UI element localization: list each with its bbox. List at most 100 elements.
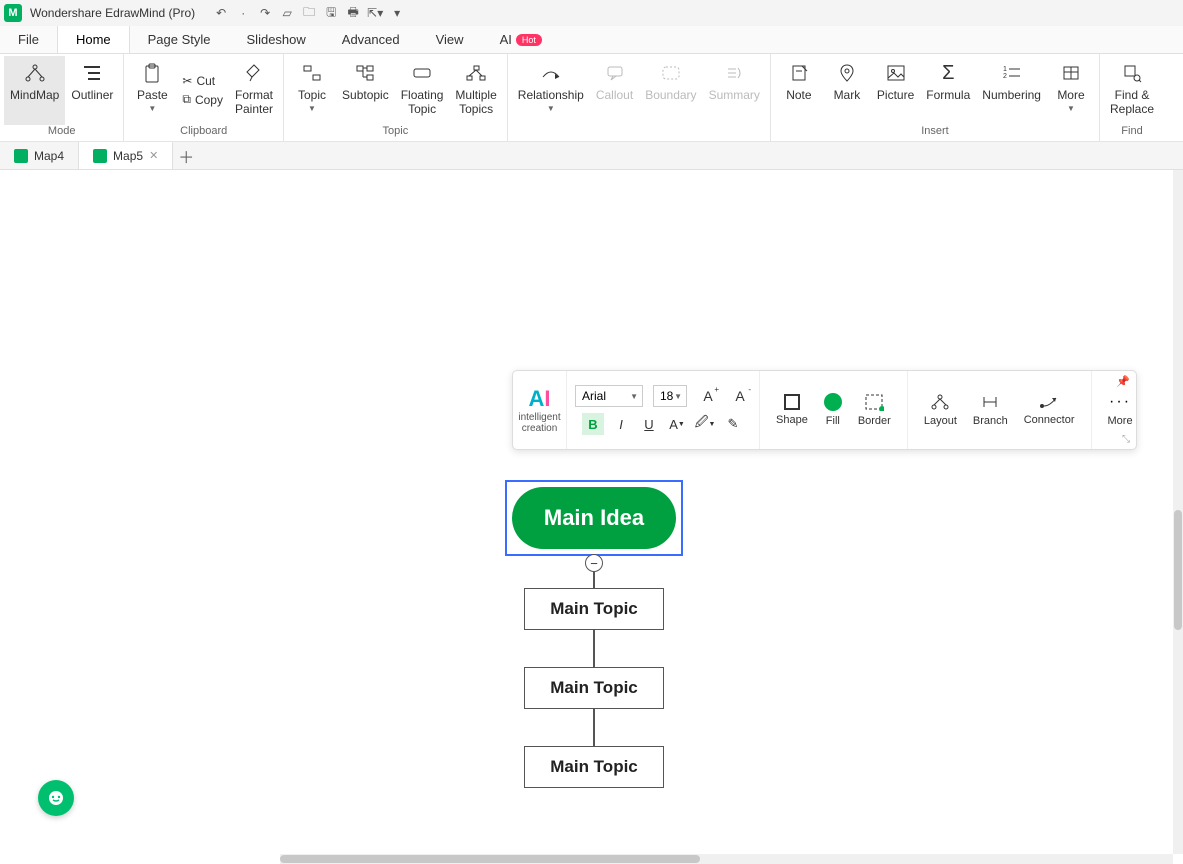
menu-bar: File Home Page Style Slideshow Advanced … — [0, 26, 1183, 54]
find-label: Find & Replace — [1110, 88, 1154, 116]
clipboard-group-label: Clipboard — [128, 125, 279, 141]
increase-font-button[interactable]: A+ — [697, 385, 719, 407]
callout-button: Callout — [590, 56, 639, 125]
topic-node-2[interactable]: Main Topic — [524, 667, 664, 709]
expand-icon[interactable]: ⤡ — [1122, 434, 1130, 445]
menu-advanced[interactable]: Advanced — [324, 26, 418, 53]
undo-icon[interactable]: ↶ — [213, 5, 229, 21]
doc-icon — [93, 149, 107, 163]
decrease-font-button[interactable]: A- — [729, 385, 751, 407]
cut-icon: ✂ — [182, 74, 192, 88]
qat-customize-icon[interactable]: ▾ — [389, 5, 405, 21]
add-tab-button[interactable]: ＋ — [173, 142, 199, 169]
italic-button[interactable]: I — [610, 413, 632, 435]
menu-file[interactable]: File — [0, 26, 57, 53]
open-icon[interactable]: 🗀 — [301, 5, 317, 21]
insert-group-label: Insert — [775, 125, 1095, 141]
border-button[interactable]: Border — [850, 393, 899, 427]
numbering-button[interactable]: 12 Numbering — [976, 56, 1047, 125]
tab-map5[interactable]: Map5 ✕ — [79, 142, 173, 169]
paste-dropdown-icon[interactable]: ▼ — [148, 104, 156, 113]
insert-more-button[interactable]: More ▼ — [1047, 56, 1095, 125]
menu-slideshow[interactable]: Slideshow — [229, 26, 324, 53]
topic-button[interactable]: Topic ▼ — [288, 56, 336, 125]
close-tab-icon[interactable]: ✕ — [149, 149, 158, 162]
mindmap-icon — [24, 60, 46, 86]
boundary-label: Boundary — [645, 88, 696, 102]
floating-topic-icon — [411, 60, 433, 86]
shape-button[interactable]: Shape — [768, 394, 816, 426]
topic-dropdown-icon[interactable]: ▼ — [308, 104, 316, 113]
toolbar-more-label: More — [1108, 415, 1133, 427]
formula-button[interactable]: Σ Formula — [920, 56, 976, 125]
underline-button[interactable]: U — [638, 413, 660, 435]
font-color-button[interactable]: A▼ — [666, 413, 688, 435]
export-icon[interactable]: ⇱▾ — [367, 5, 383, 21]
formula-icon: Σ — [942, 60, 954, 86]
mindmap-button[interactable]: MindMap — [4, 56, 65, 125]
tab-map4[interactable]: Map4 — [0, 142, 79, 169]
vertical-scrollbar[interactable] — [1173, 170, 1183, 854]
floating-topic-button[interactable]: Floating Topic — [395, 56, 450, 125]
topic-node-1[interactable]: Main Topic — [524, 588, 664, 630]
pin-icon[interactable]: 📌 — [1116, 375, 1130, 388]
menu-home[interactable]: Home — [57, 26, 130, 53]
svg-text:1: 1 — [1003, 66, 1007, 73]
ai-creation-button[interactable]: AI intelligent creation — [513, 371, 567, 449]
multiple-topics-button[interactable]: Multiple Topics — [449, 56, 502, 125]
mode-group-label: Mode — [4, 125, 119, 141]
font-family-select[interactable]: Arial▼ — [575, 385, 643, 407]
numbering-icon: 12 — [1002, 60, 1022, 86]
save-icon[interactable]: 🖫 — [323, 5, 339, 21]
ribbon-group-relationship: Relationship ▼ Callout Boundary Summary — [508, 54, 771, 141]
cut-button[interactable]: ✂Cut — [176, 72, 229, 90]
menu-view[interactable]: View — [418, 26, 482, 53]
new-doc-icon[interactable]: ▱ — [279, 5, 295, 21]
picture-label: Picture — [877, 88, 914, 102]
menu-page-style[interactable]: Page Style — [130, 26, 229, 53]
subtopic-button[interactable]: Subtopic — [336, 56, 395, 125]
format-painter-button[interactable]: Format Painter — [229, 56, 279, 125]
menu-ai[interactable]: AI Hot — [482, 26, 560, 53]
relationship-button[interactable]: Relationship ▼ — [512, 56, 590, 125]
toolbar-more-button[interactable]: ··· More — [1100, 393, 1141, 427]
topic-node-3[interactable]: Main Topic — [524, 746, 664, 788]
relationship-dropdown-icon[interactable]: ▼ — [547, 104, 555, 113]
connector-button[interactable]: Connector — [1016, 394, 1083, 426]
redo-icon[interactable]: ↷ — [257, 5, 273, 21]
assistant-button[interactable] — [38, 780, 74, 816]
clear-format-button[interactable]: ✎ — [722, 413, 744, 435]
copy-label: Copy — [195, 93, 223, 107]
ribbon-group-find: Find & Replace Find — [1100, 54, 1164, 141]
topic-group-label: Topic — [288, 125, 503, 141]
connector-line — [593, 630, 595, 667]
fill-button[interactable]: Fill — [816, 393, 850, 427]
outliner-button[interactable]: Outliner — [65, 56, 119, 125]
font-size-select[interactable]: 18▼ — [653, 385, 687, 407]
paste-button[interactable]: Paste ▼ — [128, 56, 176, 125]
picture-button[interactable]: Picture — [871, 56, 920, 125]
vertical-scroll-thumb[interactable] — [1174, 510, 1182, 630]
layout-button[interactable]: Layout — [916, 393, 965, 427]
shape-label: Shape — [776, 414, 808, 426]
branch-button[interactable]: Branch — [965, 393, 1016, 427]
font-family-value: Arial — [582, 389, 606, 403]
bold-button[interactable]: B — [582, 413, 604, 435]
horizontal-scroll-thumb[interactable] — [280, 855, 700, 863]
note-button[interactable]: Note — [775, 56, 823, 125]
insert-more-label: More — [1057, 88, 1084, 102]
insert-more-dropdown-icon[interactable]: ▼ — [1067, 104, 1075, 113]
more-icon: ··· — [1109, 393, 1131, 411]
copy-button[interactable]: ⧉Copy — [176, 90, 229, 109]
print-icon[interactable]: 🖶 — [345, 5, 361, 21]
note-icon — [790, 60, 808, 86]
highlight-button[interactable]: 🖉▼ — [694, 413, 716, 435]
paste-icon — [142, 60, 162, 86]
find-replace-button[interactable]: Find & Replace — [1104, 56, 1160, 125]
collapse-handle[interactable]: − — [585, 554, 603, 572]
mark-icon — [838, 60, 856, 86]
ribbon-group-mode: MindMap Outliner Mode — [0, 54, 124, 141]
mark-button[interactable]: Mark — [823, 56, 871, 125]
horizontal-scrollbar[interactable] — [280, 854, 1173, 864]
main-idea-node[interactable]: Main Idea — [512, 487, 676, 549]
